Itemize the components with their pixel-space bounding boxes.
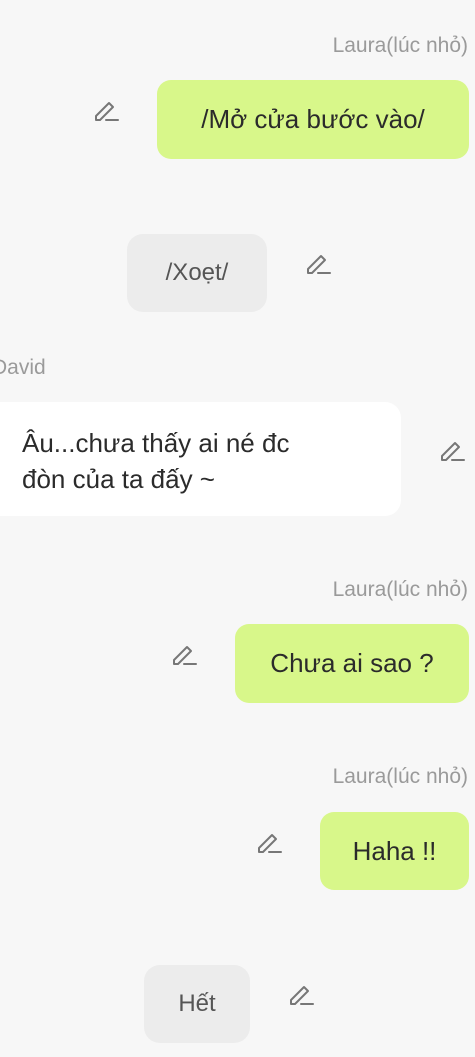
pencil-edit-icon[interactable] (304, 249, 332, 277)
pencil-edit-icon[interactable] (438, 436, 466, 464)
speaker-name: David (0, 356, 46, 379)
speaker-name: Laura(lúc nhỏ) (332, 34, 468, 57)
narration-bubble[interactable]: Hết (144, 965, 250, 1043)
narration-bubble[interactable]: /Xoẹt/ (127, 234, 267, 312)
user-message-bubble[interactable]: Haha !! (320, 812, 469, 890)
pencil-edit-icon[interactable] (92, 96, 120, 124)
speaker-name: Laura(lúc nhỏ) (332, 765, 468, 788)
pencil-edit-icon[interactable] (255, 828, 283, 856)
pencil-edit-icon[interactable] (170, 640, 198, 668)
speaker-name: Laura(lúc nhỏ) (332, 578, 468, 601)
pencil-edit-icon[interactable] (287, 980, 315, 1008)
user-message-bubble[interactable]: Chưa ai sao ? (235, 624, 469, 703)
character-message-bubble[interactable]: Âu...chưa thấy ai né đc đòn của ta đấy ~ (0, 402, 401, 516)
user-message-bubble[interactable]: /Mở cửa bước vào/ (157, 80, 469, 159)
